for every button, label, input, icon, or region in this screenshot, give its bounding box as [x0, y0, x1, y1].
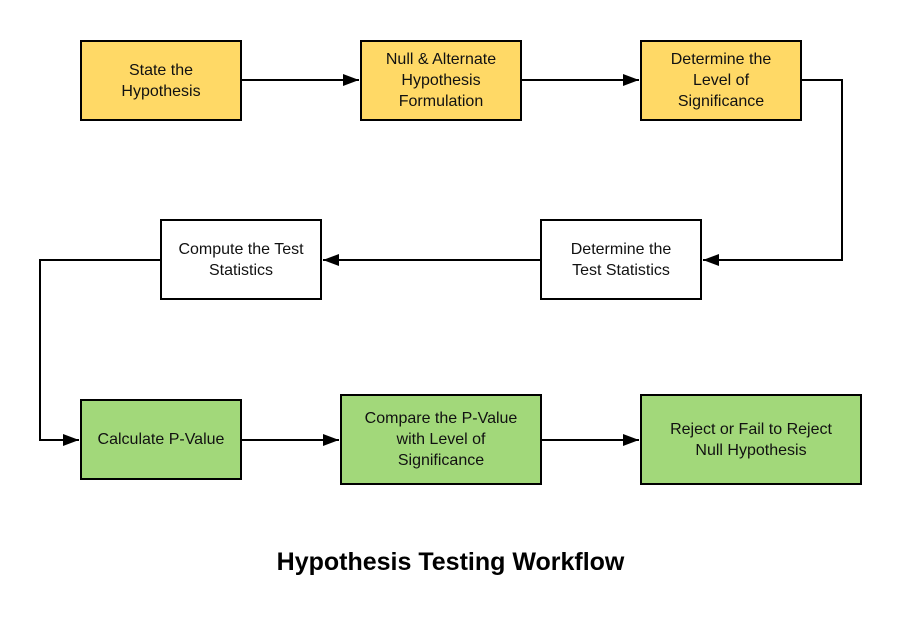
step-compare-p-value: Compare the P-Value with Level of Signif…	[340, 394, 542, 485]
step-determine-test-statistics: Determine the Test Statistics	[540, 219, 702, 300]
step-state-hypothesis: State the Hypothesis	[80, 40, 242, 121]
step-null-alternate-formulation: Null & Alternate Hypothesis Formulation	[360, 40, 522, 121]
diagram-title: Hypothesis Testing Workflow	[276, 548, 625, 576]
step-compute-test-statistics: Compute the Test Statistics	[160, 219, 322, 300]
step-level-of-significance: Determine the Level of Significance	[640, 40, 802, 121]
step-calculate-p-value: Calculate P-Value	[80, 399, 242, 480]
step-reject-decision: Reject or Fail to Reject Null Hypothesis	[640, 394, 862, 485]
